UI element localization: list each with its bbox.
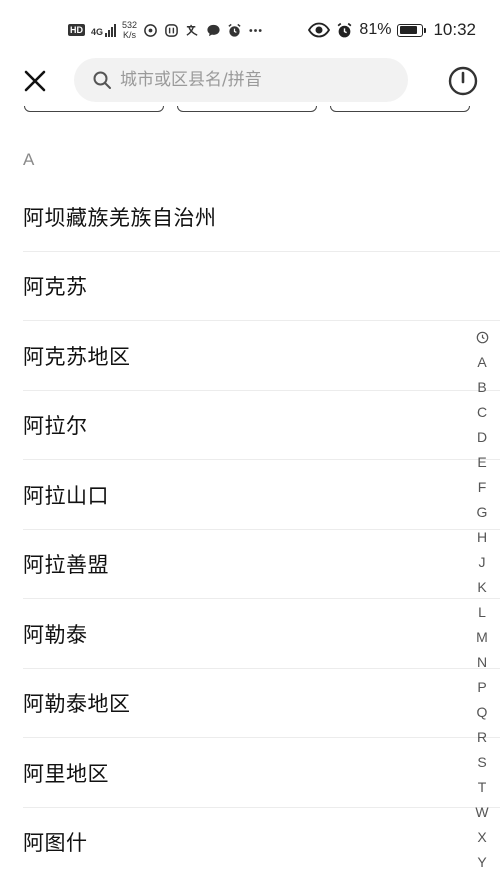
alpha-index-letter[interactable]: L bbox=[478, 600, 486, 625]
alpha-index-letter[interactable]: X bbox=[477, 825, 486, 850]
alarm-icon bbox=[336, 22, 353, 39]
alpha-index-letter[interactable]: A bbox=[477, 350, 486, 375]
hot-city-button[interactable] bbox=[330, 106, 470, 112]
city-name: 阿拉善盟 bbox=[23, 549, 109, 579]
city-name: 阿勒泰地区 bbox=[23, 688, 131, 718]
city-item[interactable]: 阿图什 bbox=[0, 808, 500, 877]
alpha-index-letter[interactable]: C bbox=[477, 400, 487, 425]
city-item[interactable]: 阿拉山口 bbox=[0, 460, 500, 530]
hot-city-button[interactable] bbox=[177, 106, 317, 112]
hot-city-button[interactable] bbox=[24, 106, 164, 112]
city-item[interactable]: 阿克苏地区 bbox=[0, 321, 500, 391]
search-box[interactable] bbox=[74, 58, 408, 102]
alpha-index-letter[interactable]: G bbox=[477, 500, 488, 525]
city-item[interactable]: 阿里地区 bbox=[0, 738, 500, 808]
city-name: 阿克苏地区 bbox=[23, 341, 131, 371]
search-icon bbox=[92, 70, 112, 90]
alpha-index-letter[interactable]: P bbox=[477, 675, 486, 700]
alpha-index-letter[interactable]: Q bbox=[477, 700, 488, 725]
hot-city-row bbox=[0, 106, 500, 116]
alpha-index-letter[interactable]: D bbox=[477, 425, 487, 450]
city-item[interactable]: 阿拉尔 bbox=[0, 391, 500, 461]
alpha-index-letter[interactable]: R bbox=[477, 725, 487, 750]
city-name: 阿拉山口 bbox=[23, 480, 109, 510]
header bbox=[0, 58, 500, 106]
search-input[interactable] bbox=[120, 70, 390, 90]
battery-percent: 81% bbox=[359, 21, 391, 39]
eye-icon bbox=[308, 22, 330, 38]
city-list: 阿坝藏族羌族自治州 阿克苏 阿克苏地区 阿拉尔 阿拉山口 阿拉善盟 阿勒泰 阿勒… bbox=[0, 182, 500, 877]
city-item[interactable]: 阿克苏 bbox=[0, 252, 500, 322]
signal-bars-icon bbox=[105, 23, 116, 37]
city-name: 阿克苏 bbox=[23, 271, 88, 301]
status-bar-right: 81% 10:32 bbox=[308, 17, 476, 43]
history-button[interactable] bbox=[446, 64, 480, 98]
clock-time: 10:32 bbox=[433, 20, 476, 40]
alpha-index-letter[interactable]: K bbox=[477, 575, 486, 600]
status-bar-left: HD 4G 532 K/s bbox=[68, 17, 263, 43]
battery-level-fill bbox=[400, 26, 417, 34]
alpha-index-letter[interactable]: B bbox=[477, 375, 486, 400]
city-name: 阿勒泰 bbox=[23, 619, 88, 649]
alpha-index-recent[interactable] bbox=[476, 325, 489, 350]
alpha-index-letter[interactable]: F bbox=[478, 475, 487, 500]
network-speed-unit: K/s bbox=[122, 30, 137, 40]
city-name: 阿里地区 bbox=[23, 758, 109, 788]
hotspot-icon bbox=[143, 23, 158, 38]
hd-badge: HD bbox=[68, 24, 85, 36]
alarm-icon bbox=[227, 23, 242, 38]
alpha-index-letter[interactable]: N bbox=[477, 650, 487, 675]
network-indicator: 4G bbox=[91, 23, 116, 37]
alpha-index-letter[interactable]: W bbox=[475, 800, 488, 825]
alpha-index-letter[interactable]: J bbox=[479, 550, 486, 575]
alpha-index-letter[interactable]: M bbox=[476, 625, 488, 650]
city-name: 阿图什 bbox=[23, 827, 88, 857]
clock-icon bbox=[447, 65, 479, 97]
city-item[interactable]: 阿拉善盟 bbox=[0, 530, 500, 600]
close-icon bbox=[23, 69, 47, 93]
clock-icon bbox=[476, 331, 489, 344]
network-speed: 532 K/s bbox=[122, 20, 137, 40]
city-item[interactable]: 阿坝藏族羌族自治州 bbox=[0, 182, 500, 252]
app-notification-icon bbox=[164, 23, 179, 38]
alphabet-index: A B C D E F G H J K L M N P Q R S T W X … bbox=[472, 325, 492, 875]
alpha-index-letter[interactable]: H bbox=[477, 525, 487, 550]
city-name: 阿坝藏族羌族自治州 bbox=[23, 202, 217, 232]
city-name: 阿拉尔 bbox=[23, 410, 88, 440]
alpha-index-letter[interactable]: E bbox=[477, 450, 486, 475]
close-button[interactable] bbox=[18, 64, 52, 98]
city-item[interactable]: 阿勒泰 bbox=[0, 599, 500, 669]
status-bar: HD 4G 532 K/s bbox=[0, 0, 500, 58]
city-item[interactable]: 阿勒泰地区 bbox=[0, 669, 500, 739]
alpha-index-letter[interactable]: T bbox=[478, 775, 487, 800]
more-dots-icon bbox=[248, 23, 263, 38]
battery-icon bbox=[397, 24, 423, 37]
alpha-index-letter[interactable]: S bbox=[477, 750, 486, 775]
network-type-label: 4G bbox=[91, 27, 103, 37]
translate-icon bbox=[185, 23, 200, 38]
section-letter-header: A bbox=[23, 150, 34, 170]
network-speed-value: 532 bbox=[122, 20, 137, 30]
chat-bubble-icon bbox=[206, 23, 221, 38]
alpha-index-letter[interactable]: Y bbox=[477, 850, 486, 875]
